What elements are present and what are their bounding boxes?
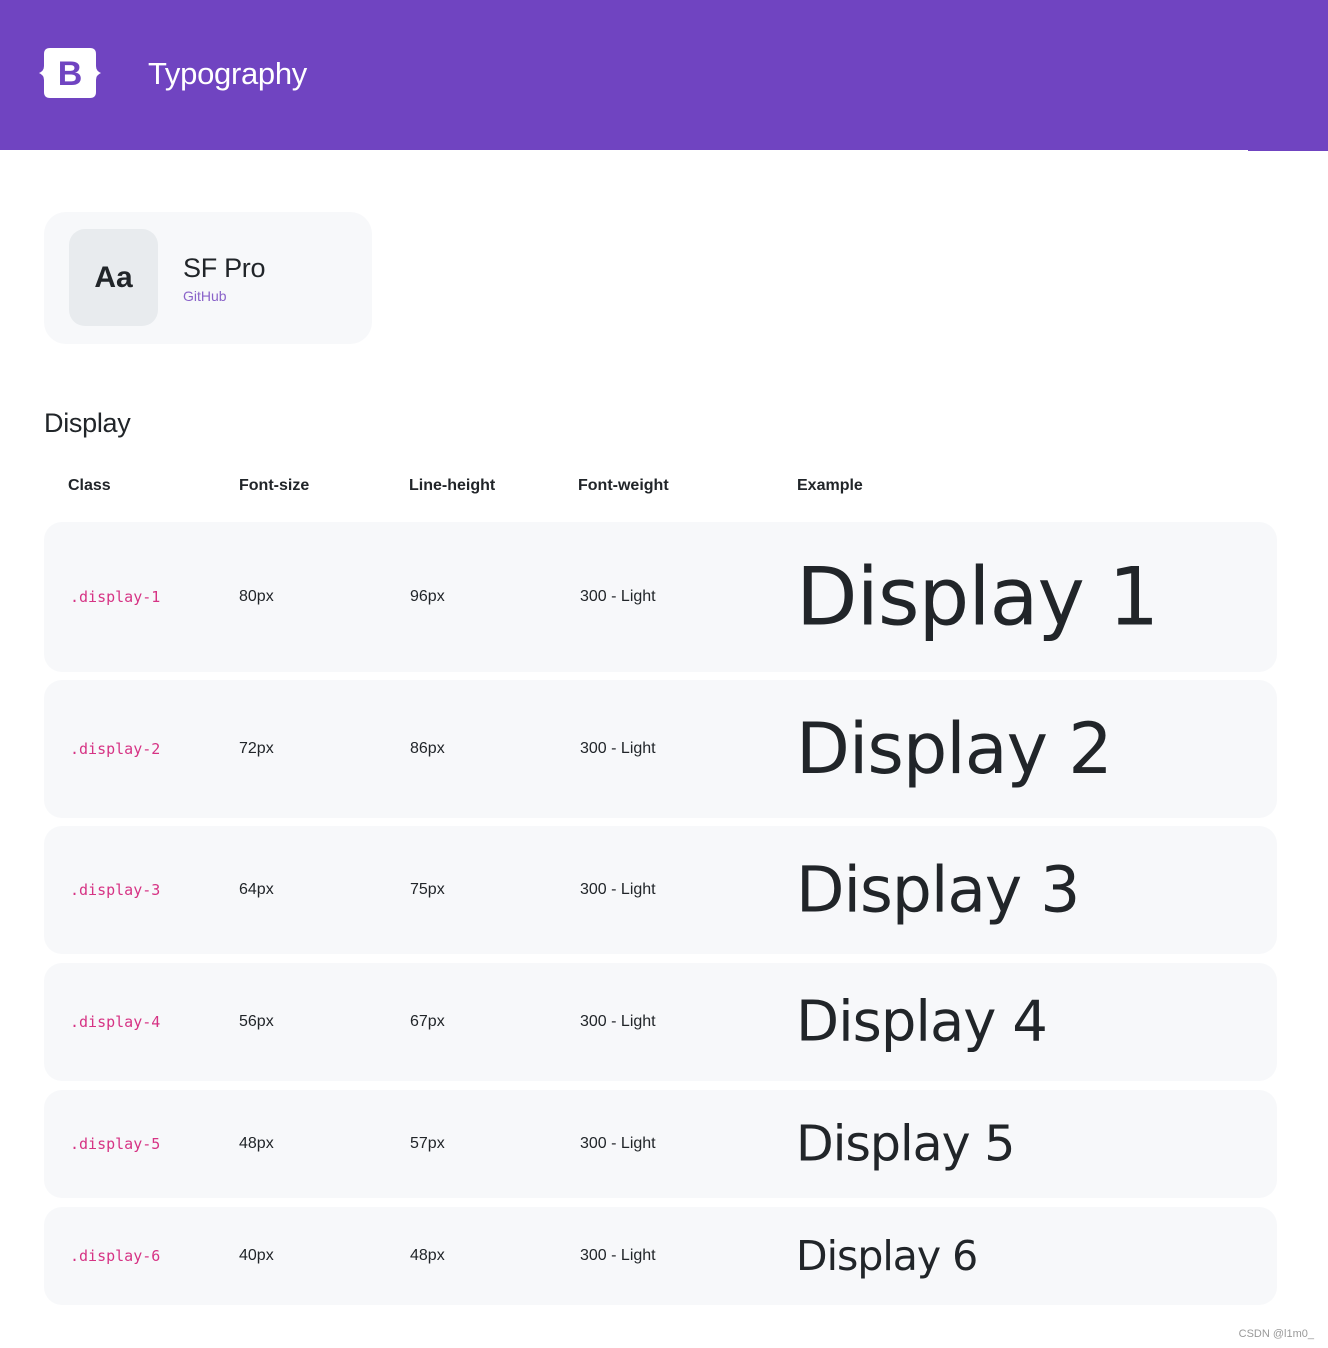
font-weight-cell: 300 - Light: [580, 740, 656, 757]
font-size-cell: 56px: [239, 1013, 274, 1030]
column-header-line-height: Line-height: [409, 477, 496, 494]
class-name-cell: .display-2: [70, 740, 161, 758]
example-display-6: Display 6: [796, 1232, 978, 1280]
table-row: .display-5 48px 57px 300 - Light Display…: [44, 1090, 1277, 1198]
class-name-cell: .display-4: [70, 1013, 161, 1031]
line-height-cell: 75px: [410, 881, 445, 898]
font-size-cell: 72px: [239, 740, 274, 757]
font-weight-cell: 300 - Light: [580, 1135, 656, 1152]
line-height-cell: 48px: [410, 1247, 445, 1264]
line-height-cell: 96px: [410, 588, 445, 605]
example-display-5: Display 5: [796, 1115, 1015, 1173]
line-height-cell: 86px: [410, 740, 445, 757]
example-display-4: Display 4: [796, 989, 1048, 1055]
font-size-cell: 64px: [239, 881, 274, 898]
example-display-2: Display 2: [796, 708, 1113, 790]
svg-text:B: B: [58, 55, 83, 93]
class-name-cell: .display-1: [70, 588, 161, 606]
github-link[interactable]: GitHub: [183, 287, 227, 305]
font-name: SF Pro: [183, 253, 266, 283]
font-weight-cell: 300 - Light: [580, 1247, 656, 1264]
table-row: .display-6 40px 48px 300 - Light Display…: [44, 1207, 1277, 1305]
font-weight-cell: 300 - Light: [580, 881, 656, 898]
class-name-cell: .display-5: [70, 1135, 161, 1153]
table-row: .display-1 80px 96px 300 - Light Display…: [44, 522, 1277, 672]
example-display-1: Display 1: [796, 550, 1159, 644]
line-height-cell: 67px: [410, 1013, 445, 1030]
column-header-example: Example: [797, 477, 863, 494]
class-name-cell: .display-6: [70, 1247, 161, 1265]
class-name-cell: .display-3: [70, 881, 161, 899]
font-size-cell: 48px: [239, 1135, 274, 1152]
header-bar: B Typography: [0, 0, 1328, 150]
font-weight-cell: 300 - Light: [580, 1013, 656, 1030]
column-header-font-size: Font-size: [239, 477, 310, 494]
table-row: .display-2 72px 86px 300 - Light Display…: [44, 680, 1277, 818]
font-card: Aa SF Pro GitHub: [44, 212, 372, 344]
table-row: .display-4 56px 67px 300 - Light Display…: [44, 963, 1277, 1081]
section-title: Display: [44, 408, 131, 438]
page-title: Typography: [148, 56, 307, 91]
table-row: .display-3 64px 75px 300 - Light Display…: [44, 826, 1277, 954]
font-size-cell: 40px: [239, 1247, 274, 1264]
column-header-class: Class: [68, 477, 111, 494]
watermark: CSDN @l1m0_: [1238, 1328, 1314, 1340]
line-height-cell: 57px: [410, 1135, 445, 1152]
header-tab-indicator: [1248, 149, 1328, 151]
bootstrap-logo-icon[interactable]: B: [37, 46, 103, 100]
font-swatch: Aa: [69, 229, 158, 326]
font-size-cell: 80px: [239, 588, 274, 605]
example-display-3: Display 3: [796, 853, 1080, 927]
column-header-font-weight: Font-weight: [578, 477, 669, 494]
font-weight-cell: 300 - Light: [580, 588, 656, 605]
